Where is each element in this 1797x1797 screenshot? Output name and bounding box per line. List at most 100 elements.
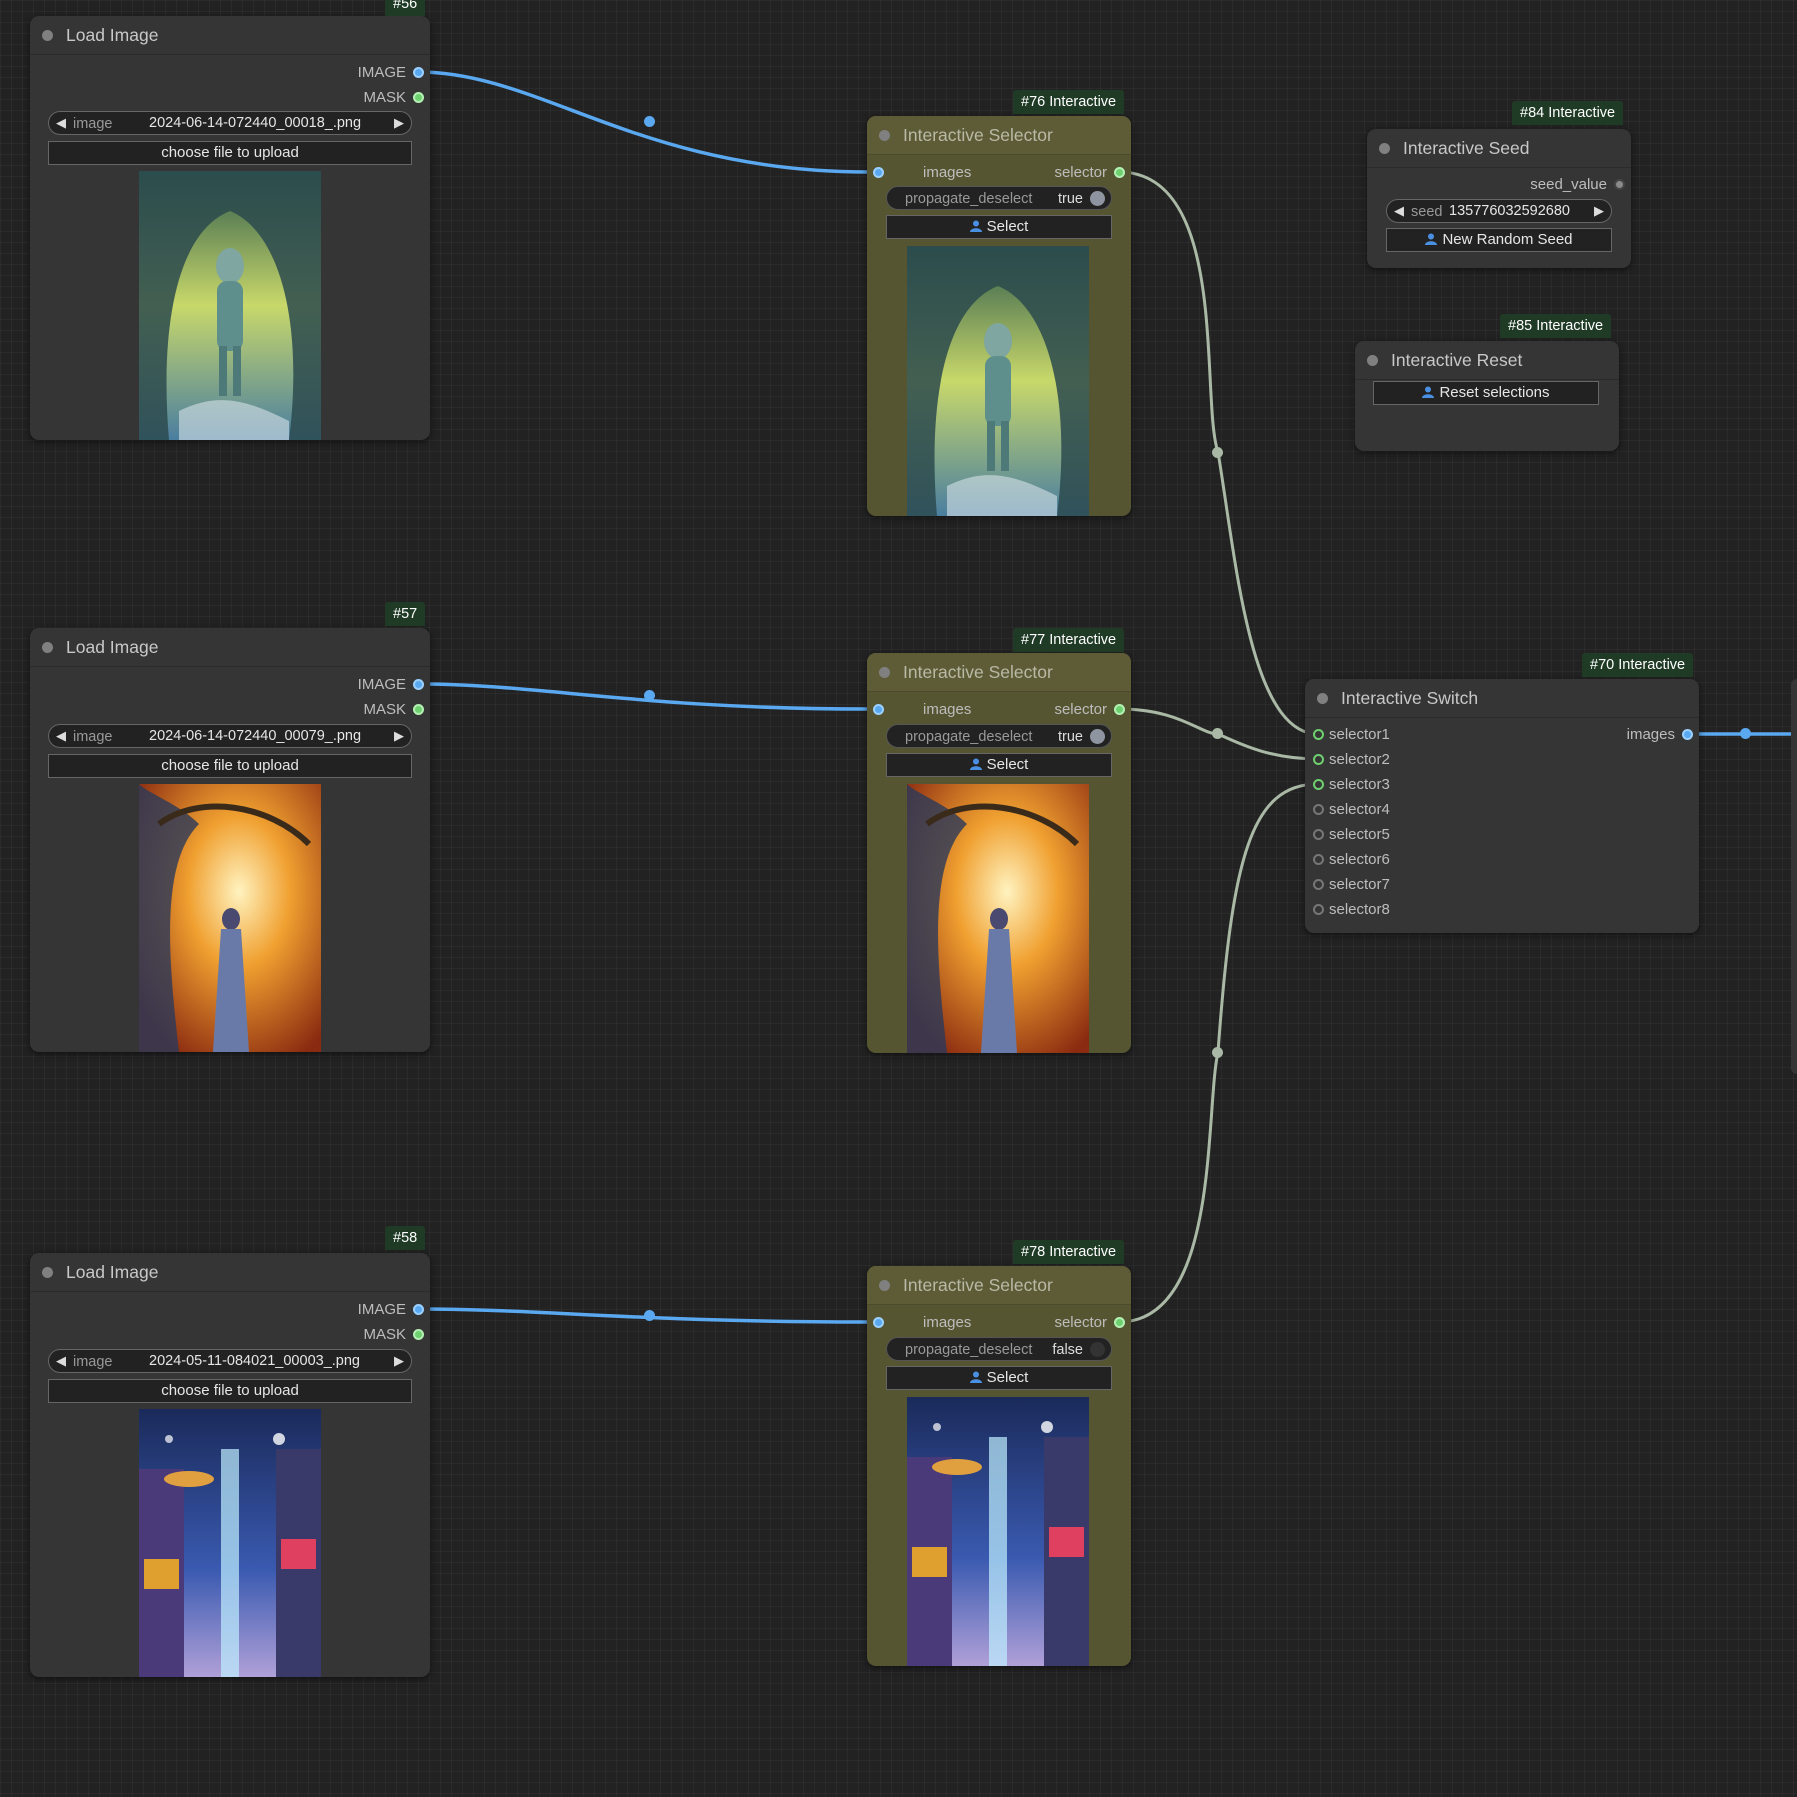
collapse-dot-icon[interactable] [1367,354,1378,366]
new-random-seed-button[interactable]: New Random Seed [1386,228,1612,252]
output-image-label: IMAGE [357,676,406,693]
link-midpoint-77[interactable] [1212,728,1223,739]
input-selector2-label: selector2 [1329,751,1390,768]
link-midpoint-78[interactable] [1212,1047,1223,1058]
input-selector5-port[interactable] [1313,829,1324,840]
node-title: Interactive Selector [903,661,1053,682]
output-images-port[interactable] [1682,729,1693,740]
interactive-selector-node-77[interactable]: Interactive Selector images selector pro… [867,653,1131,1053]
combo-prev-arrow-icon[interactable]: ◀ [1394,203,1404,219]
node-header[interactable]: Load Image [30,16,430,55]
new-random-seed-label: New Random Seed [1442,231,1573,248]
combo-label: image [73,729,113,745]
output-selector-port[interactable] [1114,704,1125,715]
interactive-switch-node-70[interactable]: Interactive Switch images selector1 sele… [1305,679,1699,933]
output-image-label: IMAGE [357,64,406,81]
output-selector-port[interactable] [1114,1317,1125,1328]
input-images-port[interactable] [873,704,884,715]
toggle-knob-icon[interactable] [1090,729,1105,744]
propagate-deselect-toggle[interactable]: propagate_deselect false [886,1337,1112,1361]
propagate-deselect-toggle[interactable]: propagate_deselect true [886,724,1112,748]
output-image-port[interactable] [413,1304,424,1315]
output-mask-port[interactable] [413,92,424,103]
offscreen-node-edge[interactable] [1791,679,1797,1074]
node-header[interactable]: Interactive Selector [867,653,1131,692]
combo-value: 2024-06-14-072440_00079_.png [149,728,362,744]
link-midpoint-58[interactable] [644,1310,655,1321]
collapse-dot-icon[interactable] [42,1266,53,1278]
upload-button[interactable]: choose file to upload [48,754,412,778]
output-image-port[interactable] [413,679,424,690]
image-preview [139,784,321,1052]
input-selector6-port[interactable] [1313,854,1324,865]
link-midpoint-76[interactable] [1212,447,1223,458]
combo-value: 2024-06-14-072440_00018_.png [149,115,362,131]
collapse-dot-icon[interactable] [42,29,53,41]
image-preview [139,171,321,440]
node-id-badge: #77 Interactive [1013,628,1125,652]
output-mask-port[interactable] [413,1329,424,1340]
node-header[interactable]: Interactive Selector [867,1266,1131,1305]
reset-selections-button[interactable]: Reset selections [1373,381,1599,405]
input-selector7-port[interactable] [1313,879,1324,890]
toggle-knob-icon[interactable] [1090,191,1105,206]
collapse-dot-icon[interactable] [879,129,890,141]
collapse-dot-icon[interactable] [879,1279,890,1291]
interactive-seed-node-84[interactable]: Interactive Seed seed_value ◀ seed 13577… [1367,129,1631,268]
input-selector2-port[interactable] [1313,754,1324,765]
input-selector8-port[interactable] [1313,904,1324,915]
image-preview [907,246,1089,516]
collapse-dot-icon[interactable] [1317,692,1328,704]
image-preview [139,1409,321,1677]
image-combo[interactable]: ◀ image 2024-06-14-072440_00079_.png ▶ [48,724,412,748]
output-mask-port[interactable] [413,704,424,715]
interactive-reset-node-85[interactable]: Interactive Reset Reset selections [1355,341,1619,451]
combo-next-arrow-icon[interactable]: ▶ [394,728,404,744]
node-id-badge: #84 Interactive [1512,101,1624,125]
load-image-node-57[interactable]: Load Image IMAGE MASK ◀ image 2024-06-14… [30,628,430,1052]
seed-combo[interactable]: ◀ seed 135776032592680 ▶ [1386,199,1612,223]
propagate-deselect-toggle[interactable]: propagate_deselect true [886,186,1112,210]
link-midpoint-56[interactable] [644,116,655,127]
link-midpoint-57[interactable] [644,690,655,701]
collapse-dot-icon[interactable] [1379,142,1390,154]
input-selector1-port[interactable] [1313,729,1324,740]
combo-next-arrow-icon[interactable]: ▶ [1594,203,1604,219]
person-icon [969,1371,982,1383]
image-combo[interactable]: ◀ image 2024-05-11-084021_00003_.png ▶ [48,1349,412,1373]
combo-prev-arrow-icon[interactable]: ◀ [56,1353,66,1369]
combo-prev-arrow-icon[interactable]: ◀ [56,728,66,744]
collapse-dot-icon[interactable] [879,666,890,678]
output-selector-port[interactable] [1114,167,1125,178]
combo-next-arrow-icon[interactable]: ▶ [394,115,404,131]
upload-button[interactable]: choose file to upload [48,1379,412,1403]
select-button-label: Select [986,756,1029,773]
output-images-label: images [1626,726,1675,743]
collapse-dot-icon[interactable] [42,641,53,653]
node-header[interactable]: Interactive Seed [1367,129,1631,168]
interactive-selector-node-78[interactable]: Interactive Selector images selector pro… [867,1266,1131,1666]
combo-prev-arrow-icon[interactable]: ◀ [56,115,66,131]
image-combo[interactable]: ◀ image 2024-06-14-072440_00018_.png ▶ [48,111,412,135]
node-header[interactable]: Interactive Reset [1355,341,1619,380]
input-images-port[interactable] [873,1317,884,1328]
select-button[interactable]: Select [886,215,1112,239]
toggle-knob-icon[interactable] [1090,1342,1105,1357]
select-button[interactable]: Select [886,753,1112,777]
output-seed-port[interactable] [1614,179,1625,190]
interactive-selector-node-76[interactable]: Interactive Selector images selector pro… [867,116,1131,516]
input-selector3-port[interactable] [1313,779,1324,790]
output-image-port[interactable] [413,67,424,78]
select-button[interactable]: Select [886,1366,1112,1390]
node-header[interactable]: Load Image [30,628,430,667]
input-selector4-port[interactable] [1313,804,1324,815]
load-image-node-56[interactable]: Load Image IMAGE MASK ◀ image 2024-06-14… [30,16,430,440]
link-midpoint-output[interactable] [1740,728,1751,739]
input-images-port[interactable] [873,167,884,178]
node-header[interactable]: Interactive Selector [867,116,1131,155]
load-image-node-58[interactable]: Load Image IMAGE MASK ◀ image 2024-05-11… [30,1253,430,1677]
combo-next-arrow-icon[interactable]: ▶ [394,1353,404,1369]
node-header[interactable]: Load Image [30,1253,430,1292]
upload-button[interactable]: choose file to upload [48,141,412,165]
node-header[interactable]: Interactive Switch [1305,679,1699,718]
